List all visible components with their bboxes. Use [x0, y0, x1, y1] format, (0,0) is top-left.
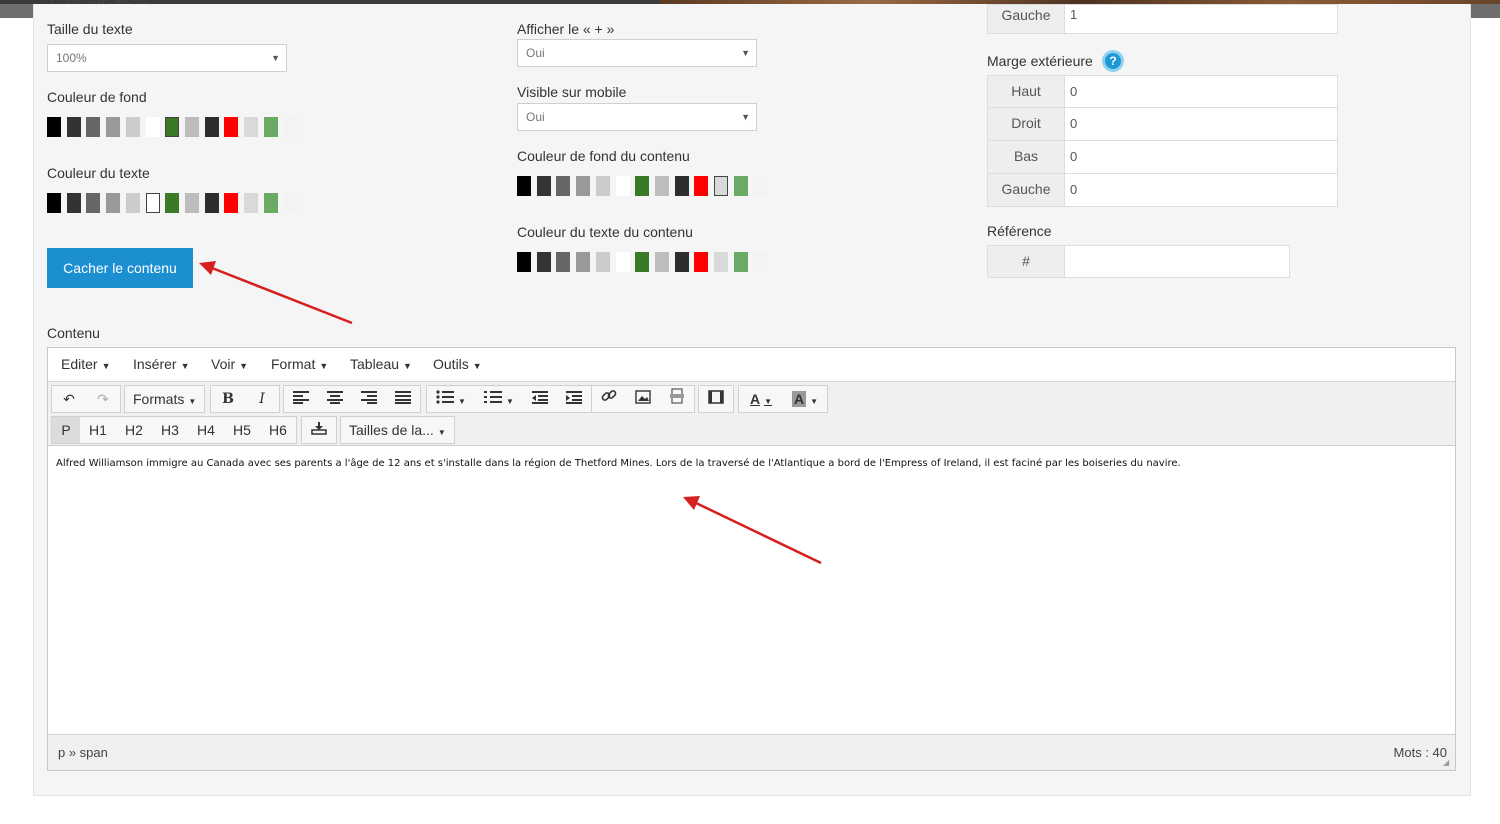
arrow-to-hide-button	[199, 261, 353, 325]
arrow-to-content	[683, 496, 822, 565]
annotation-arrows	[199, 261, 822, 565]
